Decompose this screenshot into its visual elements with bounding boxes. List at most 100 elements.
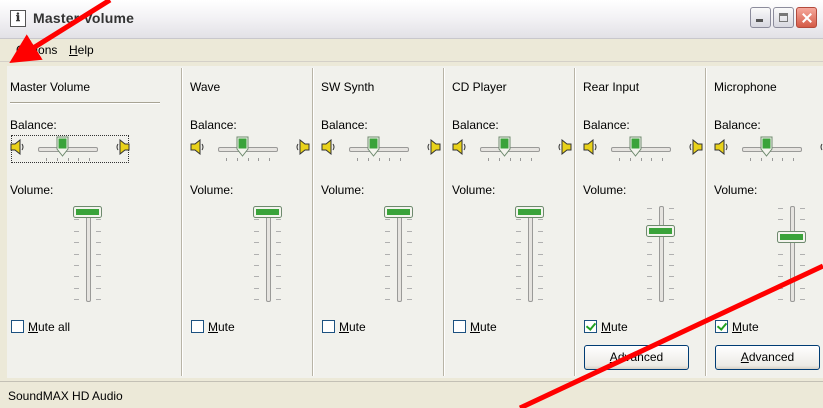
volume-slider[interactable] [248, 206, 288, 306]
mute-label: Mute [470, 320, 497, 334]
mute-label-rest: ute [480, 319, 497, 334]
advanced-accel: A [740, 350, 749, 364]
mute-accel: M [601, 319, 611, 334]
mute-label: Mute [339, 320, 366, 334]
channel-divider [574, 68, 575, 376]
checkbox-box[interactable] [715, 320, 728, 334]
mute-label-rest: ute [218, 319, 235, 334]
advanced-button[interactable]: Advanced [715, 345, 820, 370]
balance-thumb[interactable] [760, 136, 773, 157]
mute-checkbox[interactable]: Mute [322, 319, 366, 335]
volume-ticks-left [74, 208, 79, 300]
volume-track[interactable] [659, 206, 664, 302]
balance-ticks [357, 158, 401, 161]
speaker-left-icon [583, 138, 597, 156]
balance-slider[interactable] [321, 134, 441, 164]
volume-thumb[interactable] [646, 225, 675, 237]
volume-track[interactable] [86, 206, 91, 302]
volume-ticks-left [647, 208, 652, 300]
volume-label: Volume: [714, 183, 758, 197]
volume-thumb[interactable] [253, 206, 282, 218]
volume-thumb[interactable] [777, 231, 806, 243]
channel-divider [312, 68, 313, 376]
balance-ticks [46, 158, 90, 161]
mute-label: Mute [208, 320, 235, 334]
volume-thumb[interactable] [515, 206, 544, 218]
volume-slider[interactable] [510, 206, 550, 306]
channel-divider [181, 68, 182, 376]
maximize-button[interactable] [773, 7, 794, 28]
advanced-button[interactable]: Advanced [584, 345, 689, 370]
checkbox-box[interactable] [584, 320, 597, 334]
mute-checkbox[interactable]: Mute [453, 319, 497, 335]
mute-checkbox[interactable]: Mute [584, 319, 628, 335]
volume-slider[interactable] [379, 206, 419, 306]
mute-label-rest: ute [742, 319, 759, 334]
speaker-left-icon [714, 138, 728, 156]
channel-name: SW Synth [321, 80, 375, 94]
balance-thumb[interactable] [498, 136, 511, 157]
volume-thumb[interactable] [384, 206, 413, 218]
volume-ticks-right [96, 208, 101, 300]
mute-label-rest: ute all [38, 319, 71, 334]
mixer-panel: Master Volume Balance: Volume: Mute all Wave… [7, 66, 823, 378]
volume-label: Volume: [10, 183, 54, 197]
mute-checkbox[interactable]: Mute [715, 319, 759, 335]
balance-ticks [750, 158, 794, 161]
balance-thumb[interactable] [236, 136, 249, 157]
checkbox-box[interactable] [322, 320, 335, 334]
volume-track[interactable] [397, 206, 402, 302]
volume-track[interactable] [790, 206, 795, 302]
speaker-left-icon [321, 138, 335, 156]
balance-slider[interactable] [10, 134, 130, 164]
balance-thumb[interactable] [629, 136, 642, 157]
window-title: Master Volume [33, 10, 135, 26]
close-button[interactable] [796, 7, 817, 28]
title-bar[interactable]: ℹ Master Volume [0, 0, 823, 39]
mute-label-rest: ute [349, 319, 366, 334]
volume-ticks-right [276, 208, 281, 300]
volume-slider[interactable] [772, 206, 812, 306]
balance-slider[interactable] [583, 134, 703, 164]
mute-checkbox[interactable]: Mute all [11, 319, 70, 335]
app-icon[interactable]: ℹ [10, 10, 26, 27]
balance-thumb[interactable] [56, 136, 69, 157]
advanced-label-rest: dvanced [748, 350, 795, 364]
balance-slider[interactable] [714, 134, 823, 164]
volume-thumb[interactable] [73, 206, 102, 218]
menu-help-suffix: elp [77, 43, 94, 57]
speaker-left-icon [10, 138, 24, 156]
advanced-accel: A [609, 350, 618, 364]
channel-master-volume: Master Volume Balance: Volume: Mute all [10, 66, 170, 378]
channel-name: CD Player [452, 80, 507, 94]
balance-ticks [488, 158, 532, 161]
menu-options[interactable]: Options [16, 43, 57, 57]
balance-label: Balance: [452, 118, 499, 132]
volume-track[interactable] [266, 206, 271, 302]
mute-accel: M [208, 319, 218, 334]
mute-label: Mute [732, 320, 759, 334]
volume-slider[interactable] [641, 206, 681, 306]
balance-slider[interactable] [190, 134, 310, 164]
mute-checkbox[interactable]: Mute [191, 319, 235, 335]
balance-slider[interactable] [452, 134, 572, 164]
volume-track[interactable] [528, 206, 533, 302]
menu-help-accel: H [69, 43, 78, 57]
volume-ticks-left [254, 208, 259, 300]
volume-label: Volume: [452, 183, 496, 197]
volume-slider[interactable] [68, 206, 108, 306]
volume-ticks-left [516, 208, 521, 300]
status-text: SoundMAX HD Audio [8, 389, 123, 403]
volume-ticks-right [669, 208, 674, 300]
checkbox-box[interactable] [191, 320, 204, 334]
minimize-button[interactable] [750, 7, 771, 28]
channel-divider [443, 68, 444, 376]
checkbox-box[interactable] [11, 320, 24, 334]
balance-thumb[interactable] [367, 136, 380, 157]
balance-label: Balance: [583, 118, 630, 132]
menu-bar: Options Help [0, 39, 823, 62]
menu-help[interactable]: Help [69, 43, 94, 57]
volume-ticks-right [800, 208, 805, 300]
checkbox-box[interactable] [453, 320, 466, 334]
speaker-right-icon [427, 138, 441, 156]
